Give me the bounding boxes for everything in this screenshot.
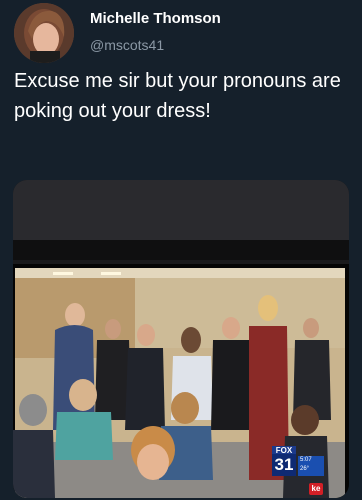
avatar[interactable] xyxy=(14,3,74,63)
tweet: Michelle Thomson @mscots41 Excuse me sir… xyxy=(0,0,362,500)
broadcast-time: 5:07 26° xyxy=(298,456,324,476)
station-logo: ke xyxy=(309,483,323,495)
display-name[interactable]: Michelle Thomson xyxy=(90,10,221,27)
time-text: 5:07 xyxy=(300,457,312,463)
user-handle[interactable]: @mscots41 xyxy=(90,37,164,53)
temperature-text: 26° xyxy=(300,466,310,472)
broadcast-badge: FOX 31 5:07 26° xyxy=(272,446,324,478)
channel-number: 31 xyxy=(272,454,296,476)
tweet-media-image[interactable]: FOX 31 5:07 26° ke xyxy=(13,180,349,498)
profile-photo-icon xyxy=(14,3,74,63)
tweet-text: Excuse me sir but your pronouns are poki… xyxy=(14,70,341,122)
